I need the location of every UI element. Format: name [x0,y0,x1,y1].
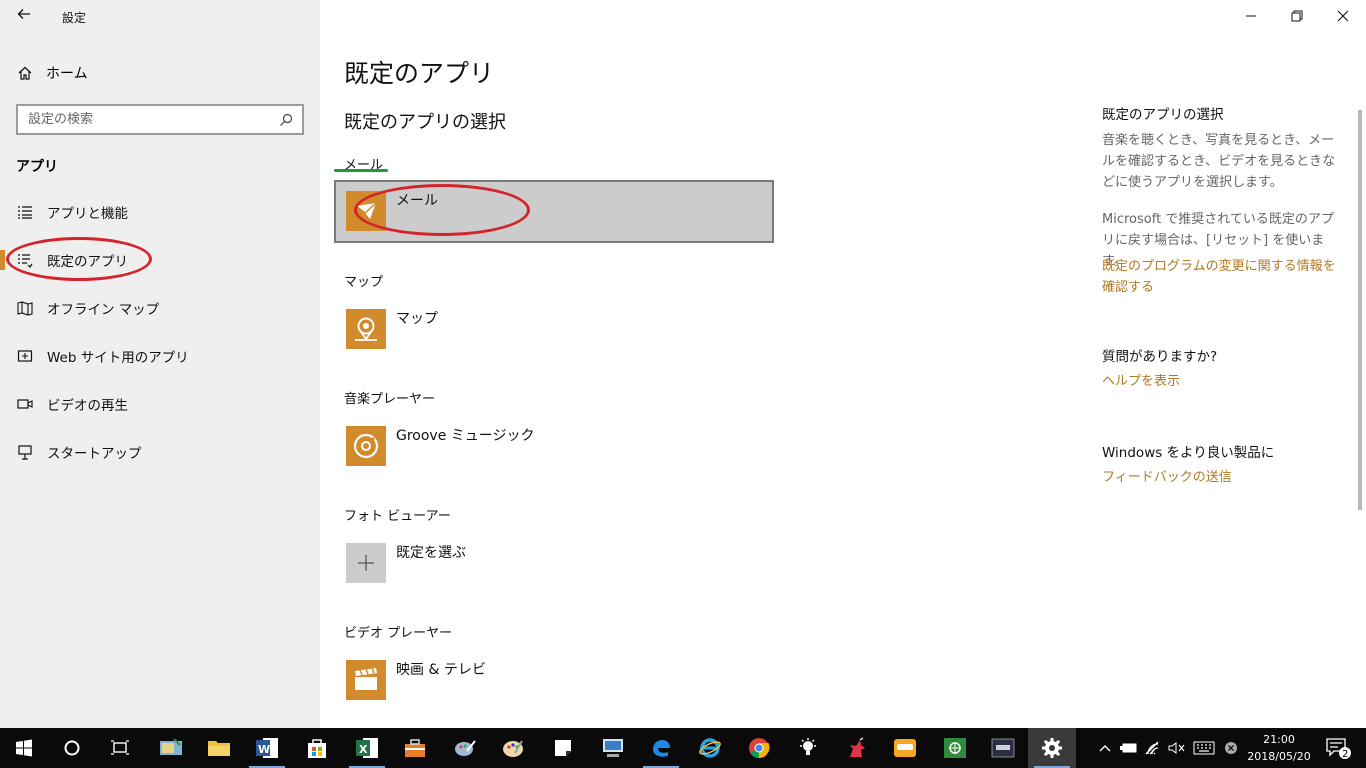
website-apps-icon [16,348,33,365]
volume-muted-icon[interactable] [1166,728,1188,768]
maps-icon [346,309,386,349]
feedback-link[interactable]: フィードバックの送信 [1102,467,1342,488]
paint-app-icon[interactable] [441,728,489,768]
action-center-icon[interactable]: 2 [1318,728,1358,768]
home-icon [16,64,34,82]
category-label-video-player: ビデオ プレーヤー [344,626,453,641]
tips-lightbulb-icon[interactable] [784,728,832,768]
settings-search-input[interactable] [28,112,278,127]
groove-music-icon [346,426,386,466]
default-app-music[interactable]: Groove ミュージック [346,425,535,467]
page-title: 既定のアプリ [344,59,495,88]
dark-app-icon[interactable] [979,728,1027,768]
clear-x-circle-icon[interactable] [1220,728,1242,768]
file-explorer-icon[interactable] [195,728,243,768]
paint-palette-icon[interactable] [489,728,537,768]
default-app-maps[interactable]: マップ [346,308,438,350]
red-annotation-circle [6,237,152,281]
clock-date: 2018/05/20 [1247,750,1311,763]
keyboard-icon[interactable] [1190,728,1218,768]
toolbox-app-icon[interactable] [391,728,439,768]
app-name: マップ [396,311,438,327]
internet-explorer-icon[interactable] [686,728,734,768]
category-label-photo-viewer: フォト ビューアー [344,509,451,524]
sidebar-item-label: オフライン マップ [47,302,160,318]
show-hidden-icons-chevron-up-icon[interactable] [1094,728,1116,768]
clock-time: 21:00 [1263,733,1295,746]
word-icon[interactable]: W [243,728,291,768]
map-icon [16,300,33,317]
back-arrow-icon[interactable] [14,6,34,26]
minimize-button[interactable] [1228,0,1274,32]
sidebar-item-startup[interactable]: スタートアップ [0,428,320,476]
wifi-icon[interactable] [1142,728,1166,768]
search-icon[interactable] [278,112,294,128]
taskbar-clock[interactable]: 21:00 2018/05/20 [1242,731,1316,765]
sidebar-item-label: ビデオの再生 [47,398,128,414]
section-title-apps: アプリ [16,159,58,175]
related-description: 音楽を聴くとき、写真を見るとき、メールを確認するとき、ビデオを見るときなどに使う… [1102,133,1336,190]
chrome-icon[interactable] [735,728,783,768]
battery-icon[interactable] [1118,728,1140,768]
green-annotation-underline [334,169,388,172]
question-heading: 質問がありますか? [1102,349,1218,365]
home-nav[interactable]: ホーム [16,62,88,84]
sidebar-item-label: アプリと機能 [47,206,128,222]
settings-search-box[interactable] [16,104,304,135]
settings-sidebar: 設定 ホーム アプリ アプリと機能 既定のアプリ [0,0,320,728]
svg-text:X: X [359,743,368,756]
green-app-icon[interactable] [931,728,979,768]
sidebar-item-website-apps[interactable]: Web サイト用のアプリ [0,332,320,380]
choose-default-photo[interactable]: 既定を選ぶ [346,542,466,584]
scrollbar[interactable] [1358,110,1362,510]
cortana-search-icon[interactable] [48,728,96,768]
sidebar-item-apps-features[interactable]: アプリと機能 [0,188,320,236]
sidebar-item-label: Web サイト用のアプリ [47,350,189,366]
app-name: 映画 & テレビ [396,662,486,678]
video-icon [16,396,33,413]
restore-button[interactable] [1274,0,1320,32]
sidebar-item-video-playback[interactable]: ビデオの再生 [0,380,320,428]
startup-icon [16,444,33,461]
default-app-video[interactable]: 映画 & テレビ [346,659,486,701]
home-label: ホーム [46,66,88,82]
category-label-music-player: 音楽プレーヤー [344,392,436,407]
page-subtitle: 既定のアプリの選択 [344,112,506,133]
svg-text:W: W [258,743,270,756]
settings-gear-icon[interactable] [1028,728,1076,768]
red-annotation-circle [354,184,530,236]
sticky-notes-icon[interactable] [539,728,587,768]
movies-tv-icon [346,660,386,700]
plus-icon [346,543,386,583]
window-title: 設定 [62,11,87,25]
sidebar-item-offline-maps[interactable]: オフライン マップ [0,284,320,332]
unicorn-app-icon[interactable] [833,728,881,768]
task-view-icon[interactable] [96,728,144,768]
close-button[interactable] [1320,0,1366,32]
feedback-heading: Windows をより良い製品に [1102,445,1275,461]
start-button[interactable] [0,728,48,768]
app-name: Groove ミュージック [396,428,535,444]
app-name: 既定を選ぶ [396,545,466,561]
edge-icon[interactable] [637,728,685,768]
control-panel-icon[interactable] [147,728,195,768]
category-label-maps: マップ [344,275,384,290]
default-programs-info-link[interactable]: 既定のプログラムの変更に関する情報を確認する [1102,256,1342,298]
sidebar-nav: アプリと機能 既定のアプリ オフライン マップ Web サイト用のアプリ ビデオ… [0,188,320,476]
excel-icon[interactable]: X [343,728,391,768]
store-icon[interactable] [293,728,341,768]
notification-count: 2 [1342,749,1348,760]
sidebar-item-label: スタートアップ [47,446,142,462]
orange-app-icon[interactable] [881,728,929,768]
list-icon [16,204,33,221]
remote-desktop-icon[interactable] [589,728,637,768]
help-link[interactable]: ヘルプを表示 [1102,371,1342,392]
taskbar: W X 21:00 2018/05/20 2 [0,728,1366,768]
related-heading-choose: 既定のアプリの選択 [1102,107,1224,123]
